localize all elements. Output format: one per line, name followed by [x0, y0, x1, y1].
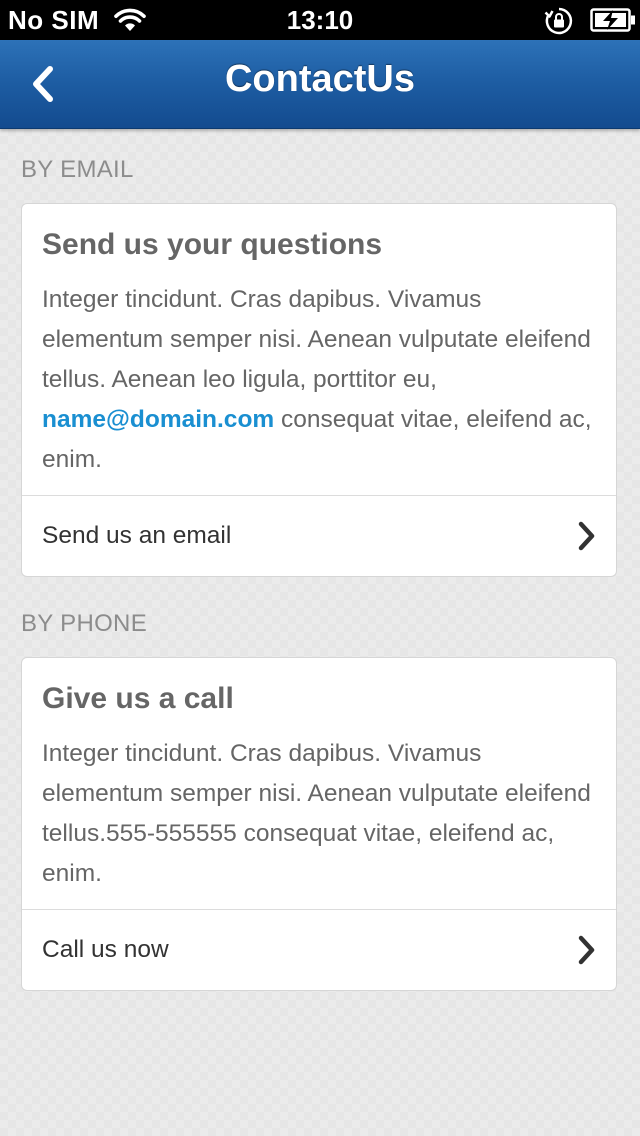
phone-card: Give us a call Integer tincidunt. Cras d… — [21, 657, 617, 991]
email-body-text: Integer tincidunt. Cras dapibus. Vivamus… — [42, 286, 591, 393]
navigation-bar: ContactUs — [0, 40, 640, 129]
email-card: Send us your questions Integer tincidunt… — [21, 203, 617, 577]
send-email-label: Send us an email — [42, 522, 232, 549]
chevron-right-icon — [578, 935, 595, 965]
page-title: ContactUs — [224, 58, 416, 100]
phone-card-title: Give us a call — [42, 682, 234, 715]
section-header-email: BY EMAIL — [21, 156, 134, 183]
battery-charging-icon — [590, 8, 635, 32]
phone-card-body: Integer tincidunt. Cras dapibus. Vivamus… — [42, 740, 591, 887]
email-card-body: Integer tincidunt. Cras dapibus. Vivamus… — [42, 280, 602, 480]
section-header-phone: BY PHONE — [21, 610, 147, 637]
call-now-label: Call us now — [42, 936, 169, 963]
send-email-row[interactable]: Send us an email — [22, 496, 616, 576]
call-now-row[interactable]: Call us now — [22, 910, 616, 990]
orientation-lock-icon — [544, 7, 573, 35]
email-card-title: Send us your questions — [42, 228, 383, 261]
chevron-right-icon — [578, 521, 595, 551]
status-bar: No SIM 13:10 — [0, 0, 640, 40]
email-address-link[interactable]: name@domain.com — [42, 406, 274, 433]
